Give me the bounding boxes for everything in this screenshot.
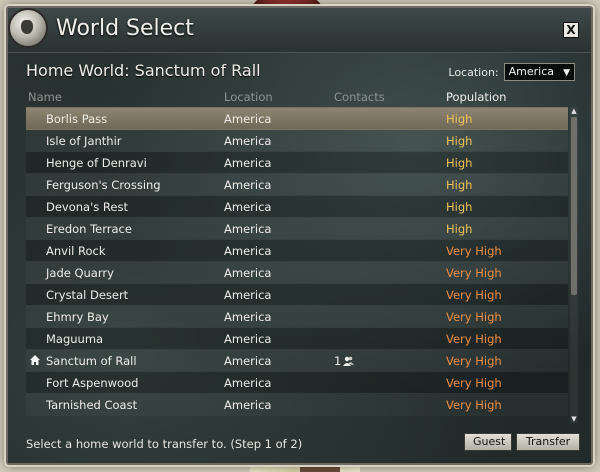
world-location: America xyxy=(224,244,272,258)
world-list-scrollbar[interactable]: ▲ ▼ xyxy=(570,107,578,423)
game-logo-icon xyxy=(8,8,48,48)
world-population: Very High xyxy=(446,332,502,346)
column-header-location[interactable]: Location xyxy=(224,90,273,104)
world-population: High xyxy=(446,222,473,236)
world-population: Very High xyxy=(446,354,502,368)
world-row[interactable]: Fort Aspenwood America Very High xyxy=(26,371,568,394)
world-location: America xyxy=(224,134,272,148)
world-population: High xyxy=(446,178,473,192)
column-header-name[interactable]: Name xyxy=(28,90,62,104)
guest-button[interactable]: Guest xyxy=(464,433,512,451)
scroll-thumb[interactable] xyxy=(571,117,577,295)
contacts-icon xyxy=(343,356,355,366)
world-contacts: 1 xyxy=(334,354,355,368)
world-population: Very High xyxy=(446,288,502,302)
world-row[interactable]: Anvil Rock America Very High xyxy=(26,239,568,262)
table-header: Name Location Contacts Population xyxy=(26,90,574,108)
world-location: America xyxy=(224,398,272,412)
world-row[interactable]: Ehmry Bay America Very High xyxy=(26,305,568,328)
world-name: Jade Quarry xyxy=(46,266,114,280)
world-select-window: World Select X Home World: Sanctum of Ra… xyxy=(6,6,593,465)
chevron-down-icon: ▼ xyxy=(563,68,570,78)
world-row[interactable]: Tarnished Coast America Very High xyxy=(26,393,568,416)
contacts-count: 1 xyxy=(334,354,342,368)
world-row[interactable]: Jade Quarry America Very High xyxy=(26,261,568,284)
world-population: High xyxy=(446,200,473,214)
world-name: Sanctum of Rall xyxy=(46,354,137,368)
world-location: America xyxy=(224,288,272,302)
world-location: America xyxy=(224,310,272,324)
world-row[interactable]: Ferguson's Crossing America High xyxy=(26,173,568,196)
world-population: High xyxy=(446,156,473,170)
title-bar[interactable]: World Select X xyxy=(8,8,591,53)
transfer-button[interactable]: Transfer xyxy=(516,433,580,451)
world-location: America xyxy=(224,266,272,280)
location-filter: Location: America ▼ xyxy=(448,63,575,81)
location-filter-label: Location: xyxy=(448,65,499,79)
world-name: Eredon Terrace xyxy=(46,222,132,236)
scroll-down-arrow-icon[interactable]: ▼ xyxy=(570,415,578,423)
world-population: High xyxy=(446,112,473,126)
world-location: America xyxy=(224,332,272,346)
world-name: Ferguson's Crossing xyxy=(46,178,161,192)
world-population: Very High xyxy=(446,376,502,390)
world-location: America xyxy=(224,376,272,390)
world-population: Very High xyxy=(446,266,502,280)
scroll-up-arrow-icon[interactable]: ▲ xyxy=(570,107,578,115)
world-population: High xyxy=(446,134,473,148)
world-location: America xyxy=(224,112,272,126)
world-row[interactable]: Sanctum of Rall America 1 Very High xyxy=(26,349,568,372)
world-name: Henge of Denravi xyxy=(46,156,147,170)
window-title: World Select xyxy=(56,16,194,41)
world-name: Crystal Desert xyxy=(46,288,129,302)
world-name: Devona's Rest xyxy=(46,200,128,214)
world-row[interactable]: Maguuma America Very High xyxy=(26,327,568,350)
world-name: Borlis Pass xyxy=(46,112,108,126)
world-location: America xyxy=(224,200,272,214)
world-name: Fort Aspenwood xyxy=(46,376,139,390)
world-row[interactable]: Eredon Terrace America High xyxy=(26,217,568,240)
world-location: America xyxy=(224,156,272,170)
world-name: Isle of Janthir xyxy=(46,134,122,148)
home-world-title: Home World: Sanctum of Rall xyxy=(26,61,261,80)
world-row[interactable]: Crystal Desert America Very High xyxy=(26,283,568,306)
world-list: Borlis Pass America High Isle of Janthir Ame… xyxy=(26,107,568,423)
world-row[interactable]: Henge of Denravi America High xyxy=(26,151,568,174)
world-row[interactable]: Borlis Pass America High xyxy=(26,107,568,130)
world-population: Very High xyxy=(446,398,502,412)
world-name: Anvil Rock xyxy=(46,244,106,258)
close-button[interactable]: X xyxy=(563,22,579,38)
world-location: America xyxy=(224,178,272,192)
column-header-population[interactable]: Population xyxy=(446,90,506,104)
world-name: Ehmry Bay xyxy=(46,310,109,324)
status-text: Select a home world to transfer to. (Ste… xyxy=(26,437,303,451)
world-row[interactable]: Devona's Rest America High xyxy=(26,195,568,218)
world-row[interactable]: Isle of Janthir America High xyxy=(26,129,568,152)
home-icon xyxy=(30,355,40,365)
world-population: Very High xyxy=(446,310,502,324)
location-dropdown-value: America xyxy=(508,65,554,78)
world-population: Very High xyxy=(446,244,502,258)
world-location: America xyxy=(224,354,272,368)
world-location: America xyxy=(224,222,272,236)
world-name: Tarnished Coast xyxy=(46,398,138,412)
world-name: Maguuma xyxy=(46,332,104,346)
column-header-contacts[interactable]: Contacts xyxy=(334,90,385,104)
location-dropdown[interactable]: America ▼ xyxy=(503,63,575,81)
